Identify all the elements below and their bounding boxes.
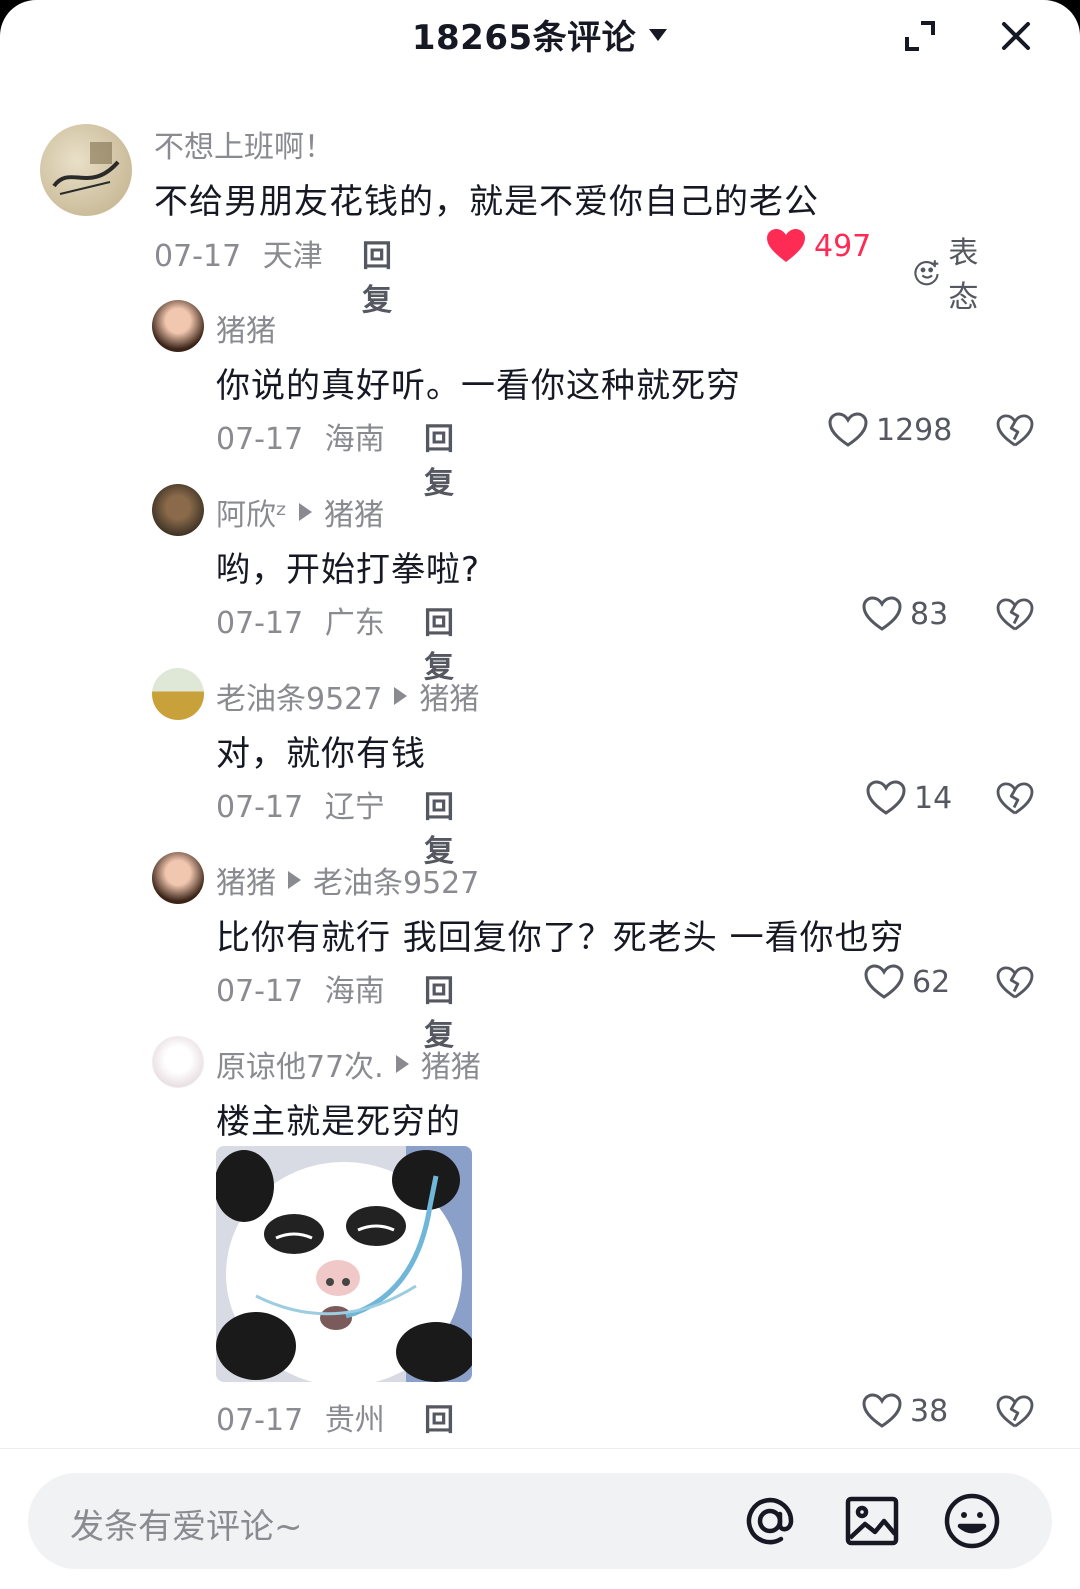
emoji-icon	[944, 1493, 1000, 1549]
comment-username[interactable]: 猪猪	[216, 858, 276, 902]
like-count: 38	[910, 1393, 949, 1429]
heart-outline-icon	[828, 412, 868, 447]
comment-date: 07-17	[216, 606, 304, 641]
comment-location: 海南	[324, 974, 385, 1009]
expand-icon	[905, 21, 935, 51]
reply-arrow-icon	[288, 871, 301, 889]
comment-text: 楼主就是死穷的	[216, 1102, 461, 1142]
comment-count-dropdown[interactable]: 18265条评论	[412, 10, 668, 59]
reply-to-username[interactable]: 猪猪	[324, 490, 384, 534]
comment-username[interactable]: 阿欣ᶻ	[216, 490, 287, 534]
like-count: 62	[912, 964, 951, 1000]
comments-header: 18265条评论	[0, 0, 1080, 70]
like-button[interactable]: 38	[862, 1393, 948, 1429]
react-label: 表态	[948, 236, 979, 315]
comment-date: 07-17	[216, 790, 304, 825]
reply-button[interactable]: 回复	[362, 231, 392, 319]
avatar[interactable]	[152, 1036, 204, 1088]
broken-heart-icon	[996, 1395, 1034, 1428]
reply-arrow-icon	[394, 687, 408, 705]
reply-to-username[interactable]: 猪猪	[419, 674, 479, 718]
comment-username[interactable]: 原谅他77次.	[216, 1042, 384, 1086]
comment-text: 对，就你有钱	[216, 734, 426, 774]
dislike-button[interactable]	[996, 966, 1034, 1004]
at-mention-icon	[746, 1497, 794, 1545]
image-icon	[845, 1496, 899, 1546]
reply-button[interactable]: 回复	[424, 782, 454, 870]
comment-meta: 07-17 辽宁	[216, 782, 385, 826]
reply-arrow-icon	[395, 1055, 409, 1073]
comment-username[interactable]: 猪猪	[216, 306, 276, 350]
comment-location: 天津	[262, 239, 323, 274]
comment-location: 广东	[324, 606, 385, 641]
avatar[interactable]	[40, 124, 132, 216]
reply-button[interactable]: 回复	[424, 414, 454, 502]
dislike-button[interactable]	[996, 598, 1034, 636]
comment-text: 你说的真好听。一看你这种就死穷	[216, 366, 741, 406]
image-button[interactable]	[842, 1491, 902, 1551]
avatar[interactable]	[152, 852, 204, 904]
broken-heart-icon	[996, 598, 1034, 631]
like-count: 83	[910, 596, 949, 632]
heart-outline-icon	[866, 780, 906, 815]
heart-outline-icon	[862, 596, 902, 631]
reply-arrow-icon	[299, 503, 312, 521]
comments-sheet: 18265条评论 不想上班啊！ 不给男朋友花钱的，就是不爱你自己的老公 07-1…	[0, 0, 1080, 1589]
comment-meta: 07-17 海南	[216, 966, 385, 1010]
like-button[interactable]: 497	[766, 228, 871, 264]
comment-count-title: 18265条评论	[411, 18, 637, 58]
broken-heart-icon	[996, 782, 1034, 815]
react-button[interactable]: 表态	[914, 228, 990, 316]
dislike-button[interactable]	[996, 414, 1034, 452]
reply-button[interactable]: 回复	[424, 598, 454, 686]
comment-username[interactable]: 不想上班啊！	[154, 122, 334, 166]
reply-button[interactable]: 回复	[424, 966, 454, 1054]
reply-to-username[interactable]: 猪猪	[421, 1042, 481, 1086]
heart-outline-icon	[864, 964, 904, 999]
like-button[interactable]: 14	[866, 780, 952, 816]
heart-filled-icon	[767, 229, 805, 262]
comment-date: 07-17	[216, 422, 304, 457]
comment-location: 海南	[324, 422, 385, 457]
comment-date: 07-17	[216, 974, 304, 1009]
expand-button[interactable]	[896, 12, 944, 60]
like-count: 1298	[876, 412, 953, 448]
heart-outline-icon	[862, 1393, 902, 1428]
comment-text: 比你有就行 我回复你了？死老头 一看你也穷	[216, 918, 905, 958]
comment-input-placeholder: 发条有爱评论~	[70, 1507, 303, 1547]
like-button[interactable]: 83	[862, 596, 948, 632]
comment-meta: 07-17 广东	[216, 598, 385, 642]
close-button[interactable]	[992, 12, 1040, 60]
comment-meta: 07-17 贵州	[216, 1395, 385, 1439]
comment-text: 不给男朋友花钱的，就是不爱你自己的老公	[154, 182, 819, 222]
comment-location: 辽宁	[324, 790, 385, 825]
comment-username[interactable]: 老油条9527	[216, 674, 382, 718]
reply-to-username[interactable]: 老油条9527	[313, 858, 479, 902]
mention-button[interactable]	[740, 1491, 800, 1551]
emoji-add-icon	[914, 260, 939, 286]
broken-heart-icon	[996, 414, 1034, 447]
like-button[interactable]: 1298	[828, 412, 952, 448]
avatar[interactable]	[152, 484, 204, 536]
comment-meta: 07-17 天津	[154, 231, 323, 275]
avatar[interactable]	[152, 668, 204, 720]
close-icon	[1002, 22, 1030, 50]
caret-down-icon	[649, 28, 668, 41]
comment-date: 07-17	[154, 239, 242, 274]
like-count: 14	[914, 780, 953, 816]
comment-meta: 07-17 海南	[216, 414, 385, 458]
dislike-button[interactable]	[996, 782, 1034, 820]
avatar[interactable]	[152, 300, 204, 352]
broken-heart-icon	[996, 966, 1034, 999]
comment-input[interactable]: 发条有爱评论~	[28, 1473, 1052, 1569]
comment-input-bar: 发条有爱评论~	[0, 1448, 1080, 1589]
like-button[interactable]: 62	[864, 964, 950, 1000]
like-count: 497	[814, 228, 872, 264]
dislike-button[interactable]	[996, 1395, 1034, 1433]
panda-meme-sticker[interactable]	[216, 1146, 472, 1382]
emoji-button[interactable]	[942, 1491, 1002, 1551]
comment-date: 07-17	[216, 1403, 304, 1438]
comment-location: 贵州	[324, 1403, 385, 1438]
comment-text: 哟，开始打拳啦?	[216, 550, 481, 590]
